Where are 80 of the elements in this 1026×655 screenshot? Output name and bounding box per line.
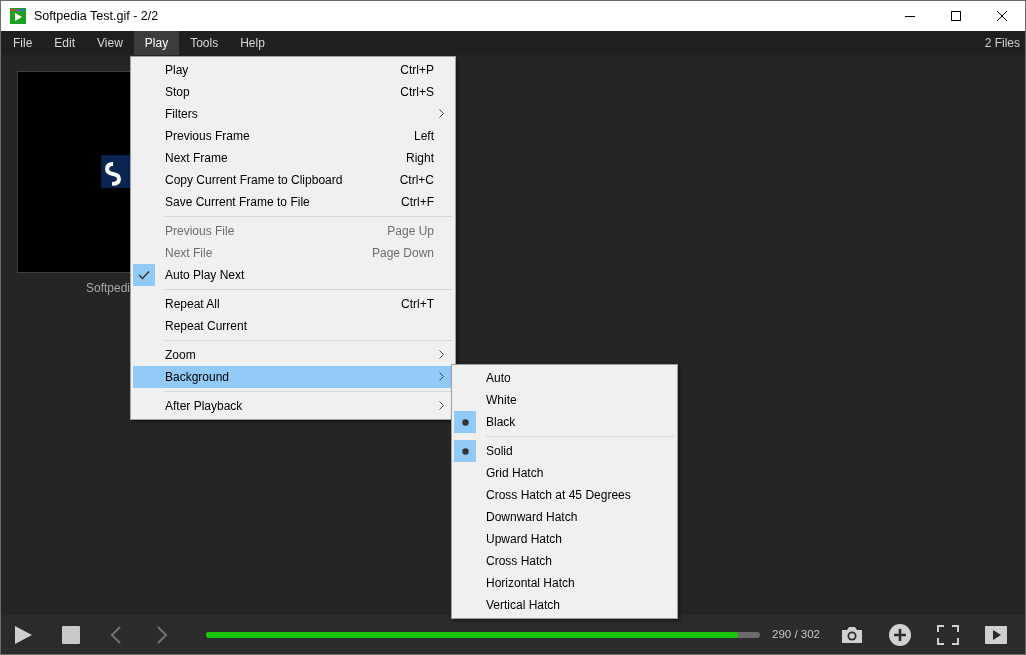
menu-item-label: Previous File <box>165 223 235 240</box>
shortcut-text: Ctrl+C <box>399 172 434 189</box>
menu-item[interactable]: Horizontal Hatch <box>454 572 675 594</box>
menu-item-label: Background <box>165 369 230 386</box>
shortcut-text: Ctrl+S <box>400 84 434 101</box>
shortcut-text: Right <box>406 150 434 167</box>
menu-item-label: Filters <box>165 106 198 123</box>
menu-item-label: Save Current Frame to File <box>165 194 310 211</box>
menu-item[interactable]: Save Current Frame to File Ctrl+F <box>133 191 453 213</box>
menu-item[interactable]: Repeat Current <box>133 315 453 337</box>
app-icon <box>10 8 26 24</box>
menu-item[interactable]: Cross Hatch <box>454 550 675 572</box>
menu-item[interactable]: Vertical Hatch <box>454 594 675 616</box>
shortcut-text: Ctrl+F <box>401 194 434 211</box>
menu-item[interactable]: Solid <box>454 440 675 462</box>
close-icon <box>997 11 1007 21</box>
menu-item-label: Stop <box>165 84 190 101</box>
menu-bar-item[interactable]: File <box>2 31 44 55</box>
menu-item[interactable]: Zoom <box>133 344 453 366</box>
previous-icon[interactable] <box>110 624 122 645</box>
menu-item-label: Auto Play Next <box>165 267 245 284</box>
shortcut-text: Ctrl+T <box>401 296 434 313</box>
menu-item-label: Cross Hatch at 45 Degrees <box>486 487 631 504</box>
camera-icon[interactable] <box>840 625 863 644</box>
menu-item[interactable]: Next Frame Right <box>133 147 453 169</box>
menu-item-label: Vertical Hatch <box>486 597 561 614</box>
add-icon[interactable] <box>888 623 911 646</box>
menu-item[interactable]: Background <box>133 366 453 388</box>
menu-item[interactable]: Upward Hatch <box>454 528 675 550</box>
menu-bar-item[interactable]: Tools <box>179 31 230 55</box>
menu-item[interactable]: Auto Play Next <box>133 264 453 286</box>
menu-item-label: Auto <box>486 370 511 387</box>
menu-bar-item[interactable]: Help <box>229 31 276 55</box>
menu-item-label: Repeat Current <box>165 318 248 335</box>
menu-item-label: Next Frame <box>165 150 228 167</box>
slideshow-icon[interactable] <box>984 625 1007 644</box>
menu-item-label: Zoom <box>165 347 196 364</box>
menu-bar-item[interactable]: Play <box>133 31 180 55</box>
menu-item[interactable]: Previous Frame Left <box>133 125 453 147</box>
menu-item[interactable]: Filters <box>133 103 453 125</box>
maximize-icon <box>951 11 961 21</box>
menu-item[interactable]: Grid Hatch <box>454 462 675 484</box>
menu-item-label: Black <box>486 414 516 431</box>
menu-item[interactable]: Repeat All Ctrl+T <box>133 293 453 315</box>
menu-item-label: After Playback <box>165 398 243 415</box>
menu-item-label: White <box>486 392 517 409</box>
file-count: 2 Files <box>984 35 1021 52</box>
menu-bar-item[interactable]: Edit <box>43 31 87 55</box>
menu-item-label: Downward Hatch <box>486 509 578 526</box>
menu-item[interactable]: Copy Current Frame to Clipboard Ctrl+C <box>133 169 453 191</box>
menu-item-label: Play <box>165 62 189 79</box>
menu-item[interactable]: Downward Hatch <box>454 506 675 528</box>
menu-item-label: Next File <box>165 245 213 262</box>
thumbnail-caption: Softpedi <box>86 280 131 297</box>
menu-item[interactable]: White <box>454 389 675 411</box>
menu-item-label: Previous Frame <box>165 128 250 145</box>
menu-item[interactable]: Stop Ctrl+S <box>133 81 453 103</box>
menu-item[interactable]: Auto <box>454 367 675 389</box>
shortcut-text: Left <box>414 128 434 145</box>
next-icon[interactable] <box>156 624 168 645</box>
frame-counter: 290 / 302 <box>772 626 820 642</box>
menu-item-label: Grid Hatch <box>486 465 544 482</box>
shortcut-text: Page Up <box>387 223 434 240</box>
play-icon[interactable] <box>13 624 33 645</box>
menu-item-label: Solid <box>486 443 513 460</box>
menu-item[interactable]: Cross Hatch at 45 Degrees <box>454 484 675 506</box>
fullscreen-icon[interactable] <box>936 624 959 645</box>
menu-item-label: Copy Current Frame to Clipboard <box>165 172 343 189</box>
shortcut-text: Page Down <box>371 245 434 262</box>
menu-item-label: Horizontal Hatch <box>486 575 575 592</box>
shortcut-text: Ctrl+P <box>400 62 434 79</box>
menu-item-label: Upward Hatch <box>486 531 563 548</box>
menu-item-label: Repeat All <box>165 296 220 313</box>
menu-item[interactable]: After Playback <box>133 395 453 417</box>
menu-bar-item[interactable]: View <box>86 31 134 55</box>
window-title: Softpedia Test.gif - 2/2 <box>34 7 159 25</box>
menu-item-label: Cross Hatch <box>486 553 553 570</box>
stop-icon[interactable] <box>62 625 80 644</box>
menu-item[interactable]: Play Ctrl+P <box>133 59 453 81</box>
menu-item[interactable]: Black <box>454 411 675 433</box>
